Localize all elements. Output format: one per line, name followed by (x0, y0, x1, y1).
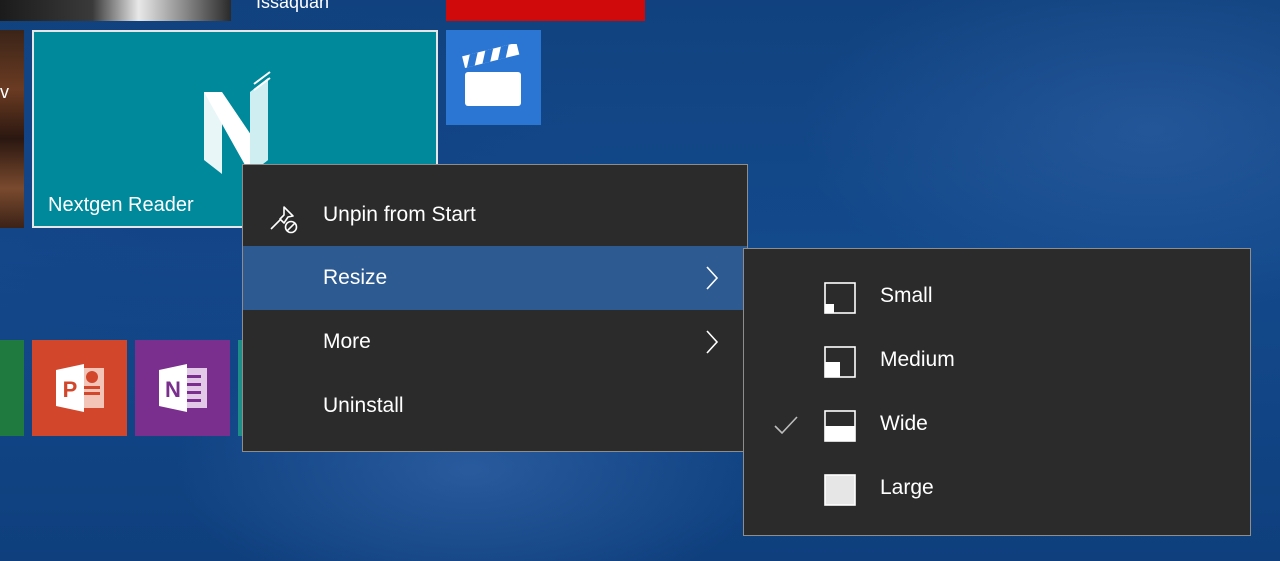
uninstall-label: Uninstall (323, 394, 404, 417)
resize-medium-label: Medium (880, 348, 955, 371)
onenote-tile[interactable]: N (135, 340, 230, 436)
photo-tile-label: v (0, 82, 9, 102)
resize-small-label: Small (880, 284, 933, 307)
svg-text:P: P (63, 377, 78, 402)
unpin-from-start-item[interactable]: Unpin from Start (243, 183, 747, 247)
onenote-icon: N (159, 364, 207, 412)
photo-tile-left[interactable]: v (0, 30, 24, 228)
movies-tv-tile[interactable] (446, 30, 541, 125)
photo-tile[interactable] (0, 0, 231, 21)
nextgen-reader-logo-icon (204, 71, 271, 174)
chevron-right-icon (706, 266, 719, 290)
wide-size-icon (824, 410, 856, 442)
resize-small-item[interactable]: Small (744, 266, 1250, 330)
svg-text:N: N (165, 377, 181, 402)
uninstall-item[interactable]: Uninstall (243, 374, 747, 438)
resize-medium-item[interactable]: Medium (744, 330, 1250, 394)
unpin-from-start-label: Unpin from Start (323, 203, 476, 226)
resize-large-item[interactable]: Large (744, 458, 1250, 522)
clapperboard-icon (462, 44, 521, 106)
small-size-icon (824, 282, 856, 314)
large-size-icon (824, 474, 856, 506)
checkmark-icon (774, 416, 798, 435)
resize-submenu: Small Medium Wide Large (743, 248, 1251, 536)
powerpoint-icon: P (56, 364, 104, 412)
more-label: More (323, 330, 371, 353)
excel-tile[interactable] (0, 340, 24, 436)
more-item[interactable]: More (243, 310, 747, 374)
powerpoint-tile[interactable]: P (32, 340, 127, 436)
nextgen-reader-label: Nextgen Reader (48, 194, 194, 216)
weather-tile-label: Issaquah (256, 0, 330, 12)
red-tile[interactable] (446, 0, 645, 21)
tile-context-menu: Unpin from Start Resize More Uninstall (242, 164, 748, 452)
resize-item[interactable]: Resize (243, 246, 747, 310)
resize-wide-item[interactable]: Wide (744, 394, 1250, 458)
resize-wide-label: Wide (880, 412, 928, 435)
unpin-icon (270, 206, 298, 234)
medium-size-icon (824, 346, 856, 378)
resize-label: Resize (323, 266, 388, 289)
resize-large-label: Large (880, 476, 934, 499)
chevron-right-icon (706, 330, 719, 354)
